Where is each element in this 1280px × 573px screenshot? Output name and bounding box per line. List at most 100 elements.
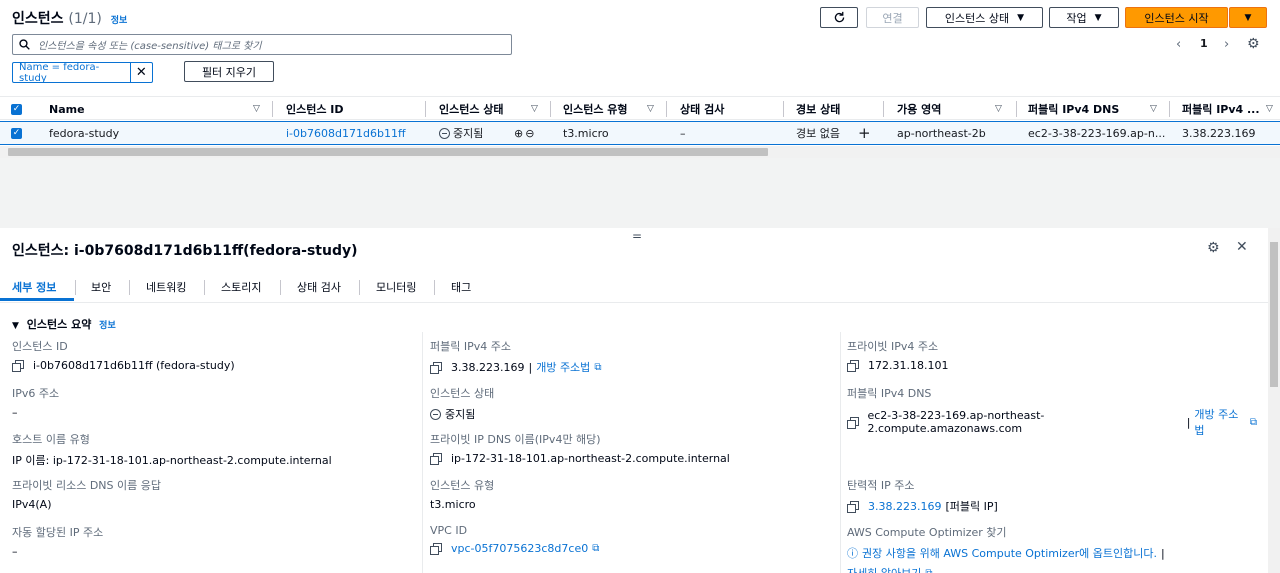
column-label: 가용 영역 [897, 103, 942, 116]
field-value: 172.31.18.101 [868, 359, 949, 372]
select-all-checkbox[interactable]: ✓ [11, 97, 41, 121]
connect-button[interactable]: 연결 [866, 7, 919, 28]
copy-icon[interactable] [430, 453, 442, 465]
field-label: 탄력적 IP 주소 [847, 479, 915, 492]
copy-icon[interactable] [847, 500, 859, 513]
column-name[interactable]: Name ▽ [49, 97, 273, 121]
zoom-out-icon[interactable]: ⊖ [525, 127, 534, 140]
caret-down-icon: ▼ [1094, 12, 1102, 23]
page-number[interactable]: 1 [1200, 37, 1208, 50]
stopped-icon [430, 408, 441, 420]
column-public-dns[interactable]: 퍼블릭 IPv4 DNS ▽ [1028, 97, 1170, 121]
tab-networking[interactable]: 네트워킹 [146, 272, 186, 302]
cell-instance-state: 중지됨 [439, 122, 483, 144]
row-checkbox[interactable]: ✓ [11, 122, 22, 144]
tab-tags[interactable]: 태그 [451, 272, 471, 302]
column-label: 인스턴스 상태 [439, 103, 504, 116]
field-value: 중지됨 [445, 408, 476, 421]
horizontal-scrollbar[interactable] [0, 146, 1280, 158]
tab-storage[interactable]: 스토리지 [221, 272, 261, 302]
scrollbar-thumb[interactable] [1270, 242, 1278, 387]
cell-name: fedora-study [49, 126, 120, 140]
info-link[interactable]: 정보 [111, 16, 128, 26]
field-label: IPv6 주소 [12, 387, 60, 400]
field-value: ec2-3-38-223-169.ap-northeast-2.compute.… [867, 409, 1045, 435]
refresh-button[interactable] [820, 7, 858, 28]
title-text: 인스턴스 [12, 11, 64, 27]
column-label: Name [49, 102, 85, 116]
field-instance-id: 인스턴스 ID i-0b7608d171d6b11ff (fedora-stud… [12, 338, 422, 372]
empty-area [0, 158, 1280, 228]
field-label: 인스턴스 상태 [430, 387, 495, 400]
close-icon[interactable]: ✕ [131, 65, 152, 80]
search-icon [19, 39, 30, 50]
cell-instance-id-link[interactable]: i-0b7608d171d6b11ff [286, 122, 406, 144]
clear-filters-button[interactable]: 필터 지우기 [184, 61, 274, 82]
copy-icon[interactable] [847, 416, 860, 429]
opt-in-link[interactable]: 권장 사항을 위해 AWS Compute Optimizer에 옵트인합니다. [862, 545, 1157, 561]
filter-chip[interactable]: Name = fedora-study ✕ [12, 62, 153, 84]
instance-state-dropdown[interactable]: 인스턴스 상태 ▼ [926, 7, 1043, 28]
field-label: 프라이빗 IP DNS 이름(IPv4만 해당) [430, 433, 601, 446]
settings-gear-icon[interactable]: ⚙ [1207, 240, 1220, 256]
column-instance-type[interactable]: 인스턴스 유형 ▽ [563, 97, 667, 121]
prev-page-icon[interactable]: ‹ [1176, 37, 1181, 52]
add-alarm-icon[interactable]: + [858, 122, 871, 144]
launch-instance-button[interactable]: 인스턴스 시작 [1125, 7, 1228, 28]
close-icon[interactable]: ✕ [1236, 239, 1248, 255]
column-label: 인스턴스 ID [286, 103, 344, 116]
table-row[interactable]: ✓ fedora-study i-0b7608d171d6b11ff 중지됨 ⊕… [0, 121, 1280, 145]
open-address-link[interactable]: 개방 주소법 [536, 359, 590, 375]
vpc-id-link[interactable]: vpc-05f7075623c8d7ce0 [451, 542, 588, 555]
elastic-ip-link[interactable]: 3.38.223.169 [868, 500, 941, 513]
field-instance-type: 인스턴스 유형 t3.micro [430, 477, 840, 511]
settings-gear-icon[interactable]: ⚙ [1247, 36, 1260, 52]
field-value: t3.micro [430, 498, 476, 511]
detail-title: 인스턴스: i-0b7608d171d6b11ff(fedora-study) [12, 243, 358, 259]
detail-tabs: 세부 정보 보안 네트워킹 스토리지 상태 검사 모니터링 태그 [0, 272, 1268, 303]
launch-dropdown-button[interactable]: ▼ [1229, 7, 1267, 28]
zoom-in-icon[interactable]: ⊕ [514, 127, 523, 140]
tab-security[interactable]: 보안 [91, 272, 111, 302]
open-address-link[interactable]: 개방 주소법 [1194, 406, 1245, 438]
search-input[interactable]: 인스턴스을 속성 또는 (case-sensitive) 태그로 찾기 [12, 34, 512, 55]
column-instance-state[interactable]: 인스턴스 상태 ▽ [439, 97, 551, 121]
tab-status-checks[interactable]: 상태 검사 [297, 272, 341, 302]
page-title: 인스턴스 (1/1) 정보 [12, 8, 127, 28]
column-availability-zone[interactable]: 가용 영역 ▽ [897, 97, 1017, 121]
learn-more-link[interactable]: 자세히 알아보기 [847, 565, 921, 573]
actions-dropdown[interactable]: 작업 ▼ [1049, 7, 1119, 28]
active-tab-indicator [0, 298, 74, 301]
section-header[interactable]: ▼ 인스턴스 요약 정보 [12, 316, 116, 332]
sort-icon: ▽ [253, 104, 260, 114]
column-public-ip[interactable]: 퍼블릭 IPv4 ... ▽ [1182, 97, 1280, 121]
field-ipv6: IPv6 주소 – [12, 385, 422, 419]
copy-icon[interactable] [430, 361, 442, 374]
sort-icon: ▽ [647, 104, 654, 114]
field-value: ip-172-31-18-101.ap-northeast-2.compute.… [451, 452, 730, 465]
column-status-check[interactable]: 상태 검사 [680, 97, 784, 121]
sort-icon: ▽ [995, 104, 1002, 114]
copy-icon[interactable] [430, 543, 442, 555]
column-label: 퍼블릭 IPv4 DNS [1028, 103, 1120, 116]
info-circle-icon: ⓘ [847, 547, 858, 560]
field-compute-optimizer: AWS Compute Optimizer 찾기 ⓘ 권장 사항을 위해 AWS … [847, 524, 1257, 573]
resize-handle-icon[interactable]: = [632, 229, 642, 243]
next-page-icon[interactable]: › [1224, 37, 1229, 52]
column-label: 퍼블릭 IPv4 ... [1182, 103, 1260, 116]
tab-monitoring[interactable]: 모니터링 [376, 272, 416, 302]
field-value: – [12, 545, 18, 558]
column-instance-id[interactable]: 인스턴스 ID [286, 97, 426, 121]
zoom-controls: ⊕ ⊖ [514, 122, 534, 144]
scrollbar-thumb[interactable] [8, 148, 768, 156]
copy-icon[interactable] [12, 360, 24, 372]
column-alarm-status[interactable]: 경보 상태 [796, 97, 884, 121]
copy-icon[interactable] [847, 360, 859, 372]
vertical-scrollbar[interactable] [1268, 228, 1280, 573]
column-label: 경보 상태 [796, 103, 841, 116]
field-value: – [12, 406, 18, 419]
external-link-icon: ⧉ [925, 567, 933, 573]
cell-public-ip: 3.38.223.169 [1182, 126, 1256, 140]
field-value: IP 이름: ip-172-31-18-101.ap-northeast-2.c… [12, 454, 332, 467]
info-link[interactable]: 정보 [99, 321, 116, 331]
